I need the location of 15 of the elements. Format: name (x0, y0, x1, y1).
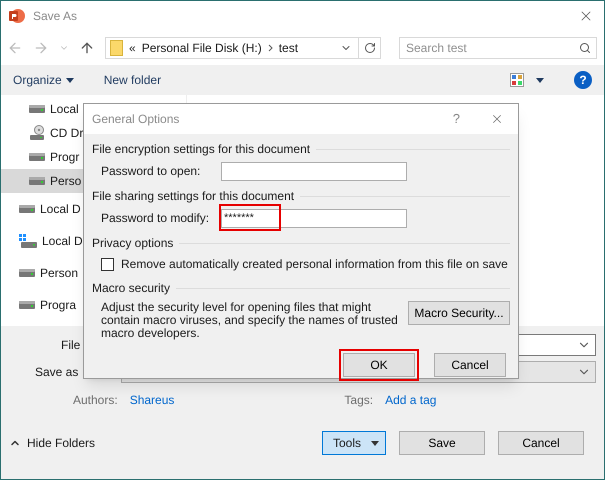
window-title: Save As (33, 8, 78, 25)
field-label: Password to modify: (101, 210, 210, 227)
path-prefix: « (129, 40, 136, 57)
field-label: Password to open: (101, 163, 202, 180)
field-label: File (61, 337, 80, 354)
section-heading: File encryption settings for this document (92, 141, 310, 158)
field-label: Save as (35, 364, 78, 381)
checkbox-label: Remove automatically created personal information from this file on save (121, 256, 508, 273)
tags-label: Tags: (344, 392, 374, 409)
dialog-title: General Options (92, 111, 180, 128)
section-heading: File sharing settings for this document (92, 188, 294, 205)
section-heading: Privacy options (92, 235, 174, 252)
section-heading: Macro security (92, 280, 170, 297)
macro-description: Adjust the security level for opening files that might contain macro viruses, and specify the names of trusted macro developers. (101, 301, 399, 340)
authors-label: Authors: (73, 392, 118, 409)
